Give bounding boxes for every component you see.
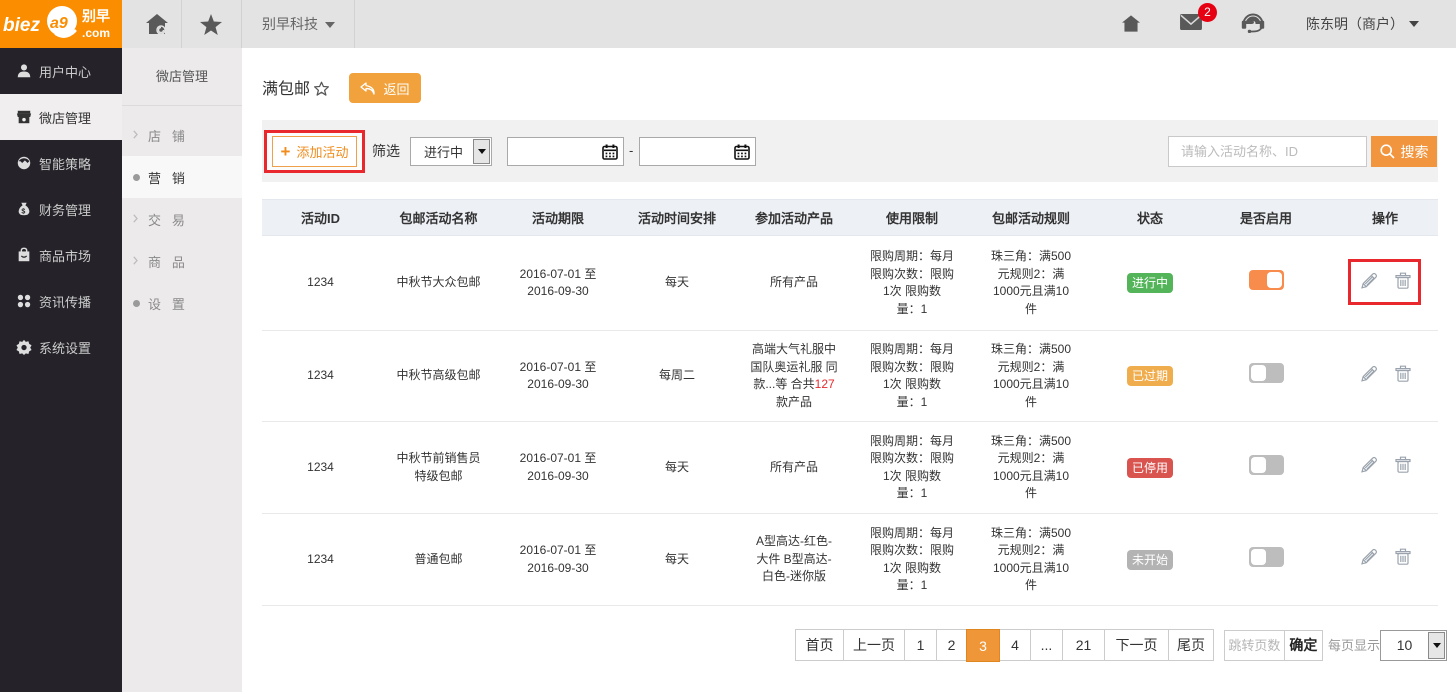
svg-text:biez: biez (3, 15, 40, 36)
svg-text:.com: .com (82, 26, 110, 40)
svg-text:别早: 别早 (81, 8, 110, 24)
svg-text:$: $ (21, 207, 25, 215)
svg-text:a9: a9 (50, 15, 68, 32)
